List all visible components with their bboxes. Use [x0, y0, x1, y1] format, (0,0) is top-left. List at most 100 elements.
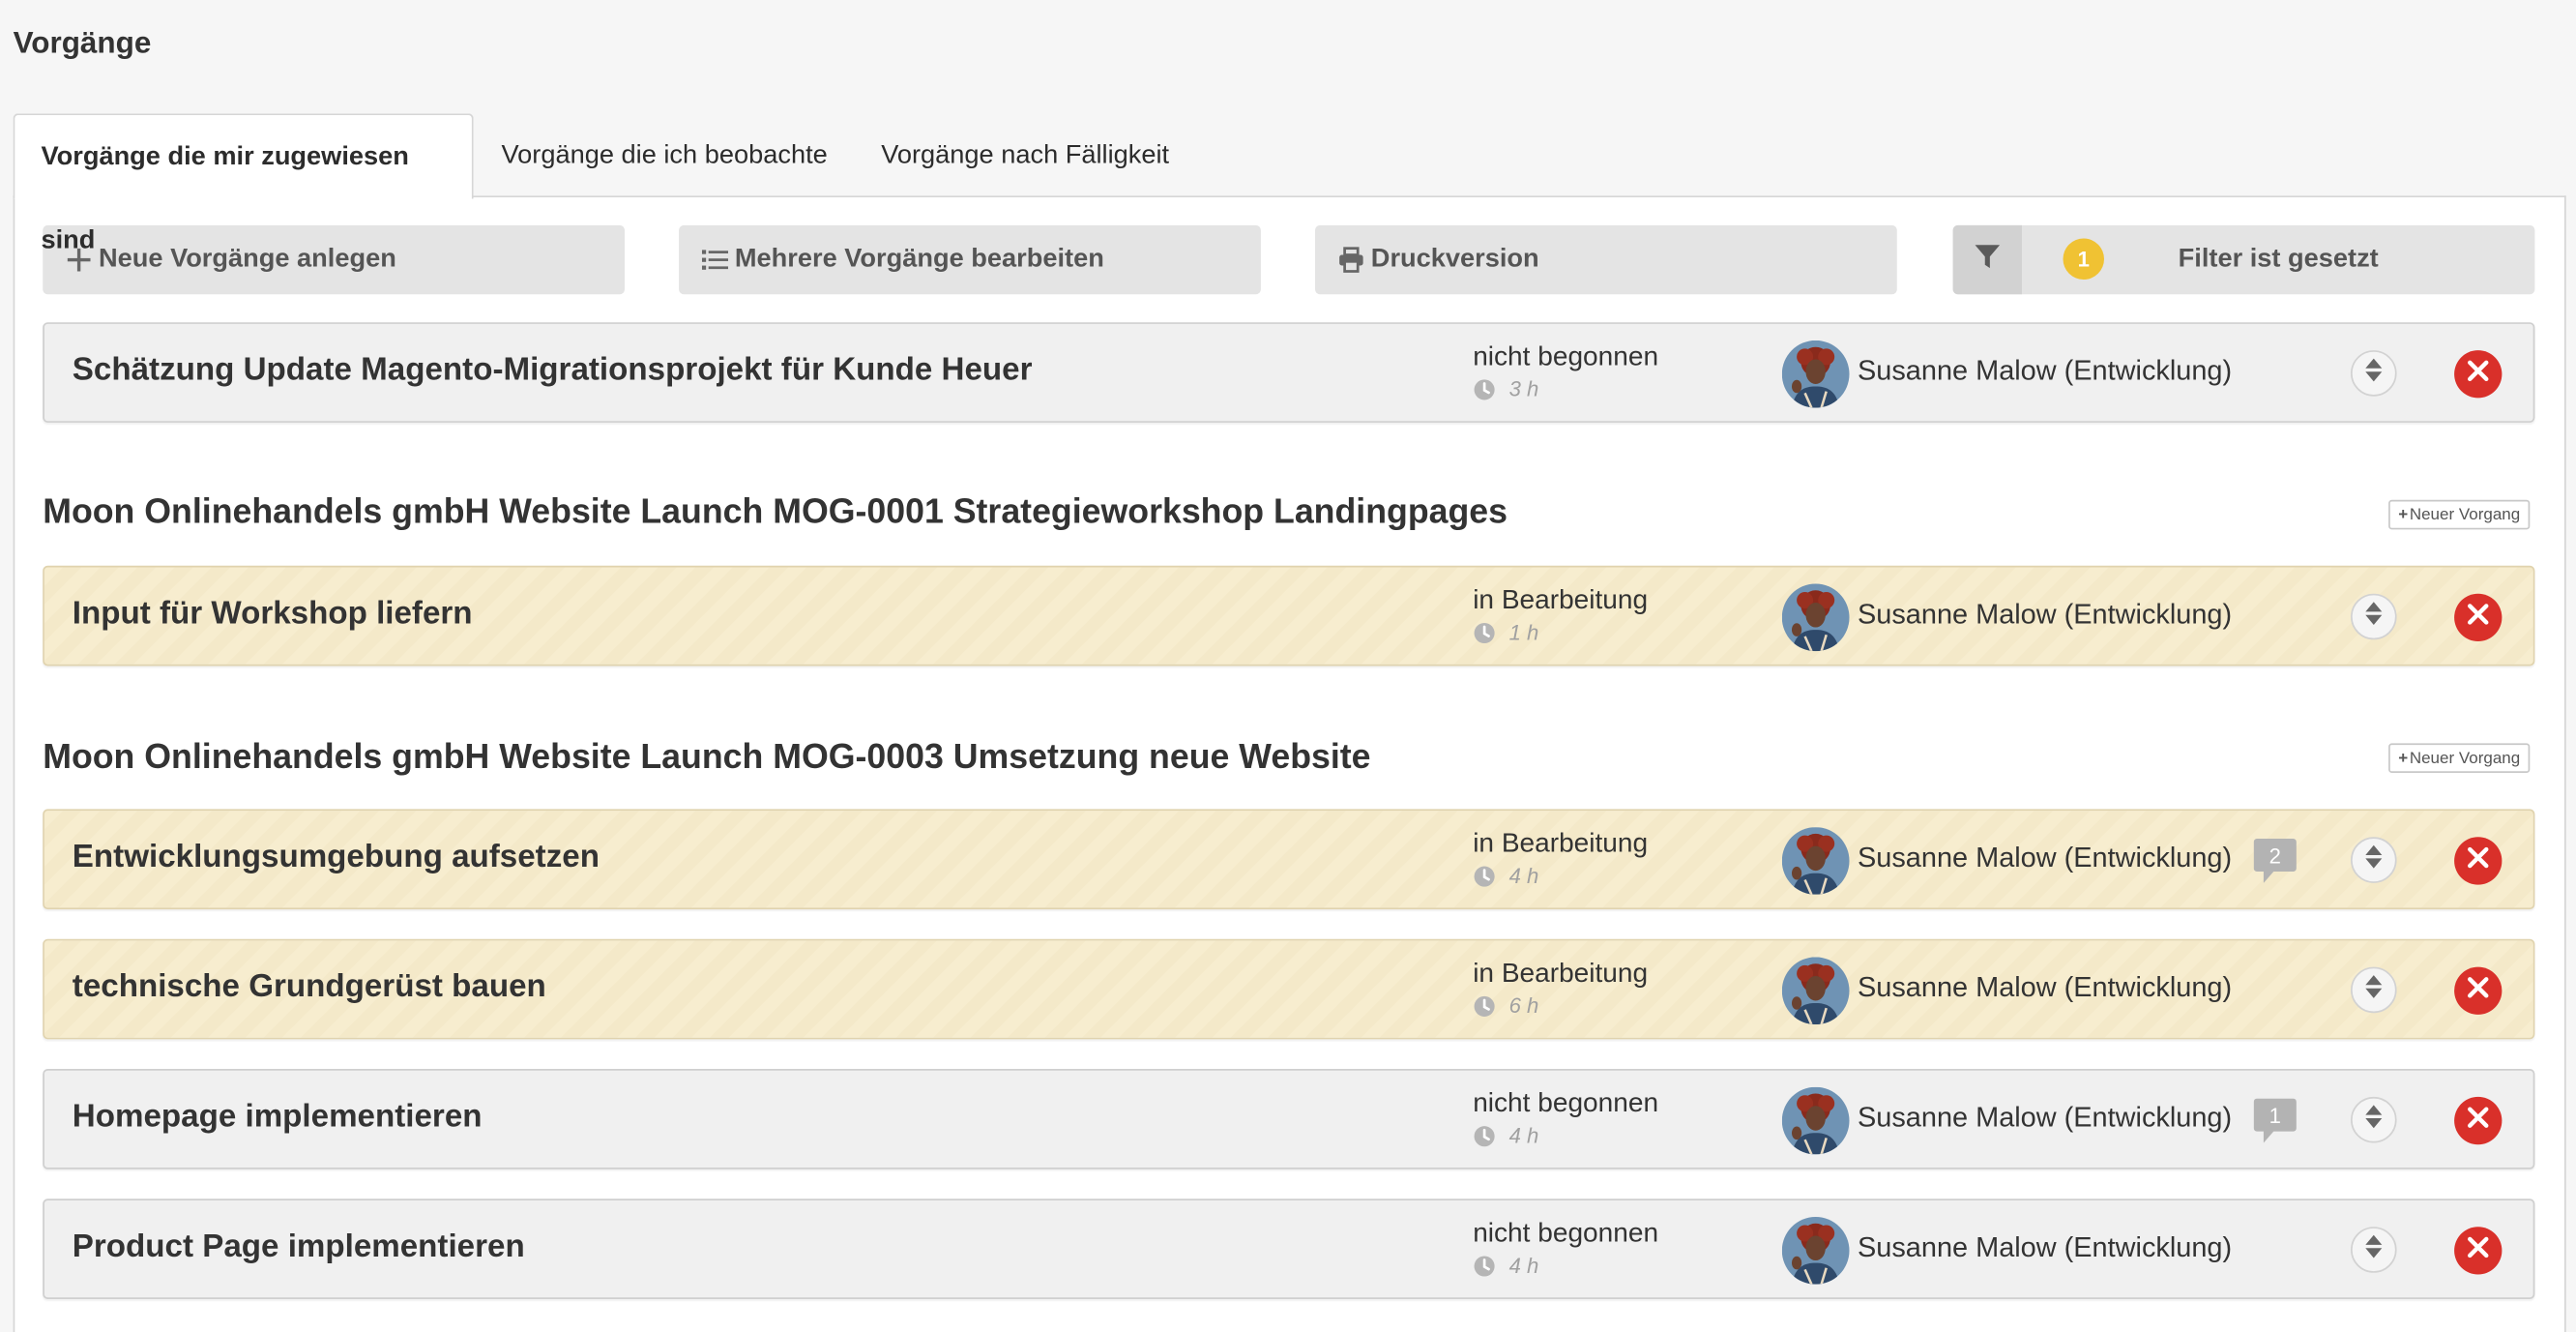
avatar	[1781, 583, 1850, 652]
task-status: in Bearbeitung	[1473, 585, 1649, 615]
sort-button[interactable]	[2351, 1096, 2397, 1143]
new-task-label: Neuer Vorgang	[2409, 505, 2521, 524]
comment-count: 1	[2269, 1104, 2281, 1128]
task-title[interactable]: Entwicklungsumgebung aufsetzen	[73, 839, 600, 876]
task-title[interactable]: Schätzung Update Magento-Migrationsproje…	[73, 352, 1033, 390]
close-icon	[2468, 1106, 2489, 1136]
task-status: nicht begonnen	[1473, 1218, 1659, 1249]
sort-icon	[2364, 843, 2384, 877]
task-time: 6 h	[1473, 992, 1539, 1019]
sort-icon	[2364, 356, 2384, 391]
list-icon	[701, 247, 729, 273]
page-title: Vorgänge	[13, 24, 152, 60]
clock-icon	[1473, 1254, 1496, 1277]
task-row[interactable]: technische Grundgerüst bauen in Bearbeit…	[43, 938, 2535, 1040]
avatar	[1781, 1086, 1850, 1155]
sort-button[interactable]	[2351, 593, 2397, 640]
new-task-button[interactable]: + Neuer Vorgang	[2388, 743, 2531, 773]
plus-icon: +	[2398, 505, 2409, 524]
group-title: Moon Onlinehandels gmbH Website Launch M…	[43, 493, 1508, 532]
task-assignee[interactable]: Susanne Malow (Entwicklung)	[1858, 355, 2232, 388]
delete-button[interactable]	[2454, 1096, 2503, 1145]
print-version-button[interactable]: Druckversion	[1315, 224, 1897, 295]
task-assignee[interactable]: Susanne Malow (Entwicklung)	[1858, 1231, 2232, 1264]
delete-button[interactable]	[2454, 593, 2503, 641]
close-icon	[2468, 603, 2489, 633]
task-time-value: 3 h	[1508, 376, 1539, 401]
sort-icon	[2364, 973, 2384, 1008]
printer-icon	[1338, 247, 1364, 273]
task-time: 1 h	[1473, 619, 1539, 645]
comment-count: 2	[2269, 844, 2281, 869]
task-title[interactable]: Product Page implementieren	[73, 1228, 525, 1266]
task-assignee[interactable]: Susanne Malow (Entwicklung)	[1858, 972, 2232, 1005]
new-tasks-label: Neue Vorgänge anlegen	[99, 245, 396, 274]
bulk-edit-label: Mehrere Vorgänge bearbeiten	[734, 245, 1104, 274]
close-icon	[2468, 845, 2489, 876]
close-icon	[2468, 1235, 2489, 1266]
clock-icon	[1473, 377, 1496, 400]
task-row[interactable]: Homepage implementieren nicht begonnen 4…	[43, 1069, 2535, 1169]
group-title: Moon Onlinehandels gmbH Website Launch M…	[43, 738, 1371, 777]
tab-bar: Vorgänge die mir zugewiesen sind Vorgäng…	[13, 113, 2576, 255]
delete-button[interactable]	[2454, 966, 2503, 1015]
clock-icon	[1473, 1124, 1496, 1147]
delete-button[interactable]	[2454, 1227, 2503, 1275]
filter-button[interactable]: Filter ist gesetzt	[1952, 224, 2535, 295]
filter-toggle[interactable]	[1952, 224, 2022, 295]
task-status: nicht begonnen	[1473, 341, 1659, 372]
clock-icon	[1473, 864, 1496, 887]
comment-icon[interactable]: 1	[2253, 1098, 2297, 1145]
task-status: nicht begonnen	[1473, 1088, 1659, 1118]
task-title[interactable]: Input für Workshop liefern	[73, 595, 473, 633]
sort-button[interactable]	[2351, 350, 2397, 397]
tab-watched[interactable]: Vorgänge die ich beobachte	[475, 113, 854, 197]
new-task-button[interactable]: + Neuer Vorgang	[2388, 499, 2531, 530]
tab-by-due-date[interactable]: Vorgänge nach Fälligkeit	[855, 113, 1195, 197]
task-status: in Bearbeitung	[1473, 828, 1649, 859]
filter-count-badge: 1	[2063, 238, 2104, 280]
task-assignee[interactable]: Susanne Malow (Entwicklung)	[1858, 599, 2232, 632]
task-time-value: 4 h	[1508, 1123, 1539, 1148]
avatar	[1781, 827, 1850, 895]
task-time-value: 4 h	[1508, 1253, 1539, 1278]
task-time: 4 h	[1473, 1253, 1538, 1278]
task-status: in Bearbeitung	[1473, 959, 1649, 989]
task-time-value: 4 h	[1508, 863, 1539, 889]
plus-icon: +	[2398, 749, 2409, 768]
clock-icon	[1473, 994, 1496, 1018]
close-icon	[2468, 359, 2489, 389]
filter-icon	[1975, 243, 2001, 278]
sort-icon	[2364, 1232, 2384, 1267]
avatar	[1781, 957, 1850, 1025]
task-title[interactable]: technische Grundgerüst bauen	[73, 968, 546, 1006]
task-assignee[interactable]: Susanne Malow (Entwicklung)	[1858, 842, 2232, 874]
task-row[interactable]: Schätzung Update Magento-Migrationsproje…	[43, 322, 2535, 423]
new-tasks-button[interactable]: Neue Vorgänge anlegen	[43, 224, 625, 295]
avatar	[1781, 340, 1850, 408]
task-time: 4 h	[1473, 1123, 1538, 1148]
print-version-label: Druckversion	[1370, 245, 1539, 274]
sort-button[interactable]	[2351, 1227, 2397, 1273]
bulk-edit-button[interactable]: Mehrere Vorgänge bearbeiten	[679, 224, 1261, 295]
sort-button[interactable]	[2351, 837, 2397, 883]
comment-icon[interactable]: 2	[2253, 839, 2297, 885]
sort-button[interactable]	[2351, 966, 2397, 1014]
task-assignee[interactable]: Susanne Malow (Entwicklung)	[1858, 1102, 2232, 1135]
delete-button[interactable]	[2454, 837, 2503, 885]
task-time: 4 h	[1473, 863, 1539, 889]
task-row[interactable]: Entwicklungsumgebung aufsetzen in Bearbe…	[43, 809, 2535, 910]
filter-label: Filter ist gesetzt	[2178, 245, 2379, 274]
task-row[interactable]: Input für Workshop liefern in Bearbeitun…	[43, 565, 2535, 666]
task-time-value: 6 h	[1508, 992, 1539, 1019]
clock-icon	[1473, 621, 1496, 644]
task-row[interactable]: Product Page implementieren nicht begonn…	[43, 1199, 2535, 1299]
task-time-value: 1 h	[1508, 619, 1539, 645]
tab-assigned-to-me[interactable]: Vorgänge die mir zugewiesen sind	[13, 113, 474, 255]
task-time: 3 h	[1473, 376, 1538, 401]
sort-icon	[2364, 1103, 2384, 1138]
task-title[interactable]: Homepage implementieren	[73, 1099, 483, 1137]
new-task-label: Neuer Vorgang	[2409, 749, 2521, 768]
avatar	[1781, 1217, 1850, 1285]
delete-button[interactable]	[2454, 350, 2503, 399]
